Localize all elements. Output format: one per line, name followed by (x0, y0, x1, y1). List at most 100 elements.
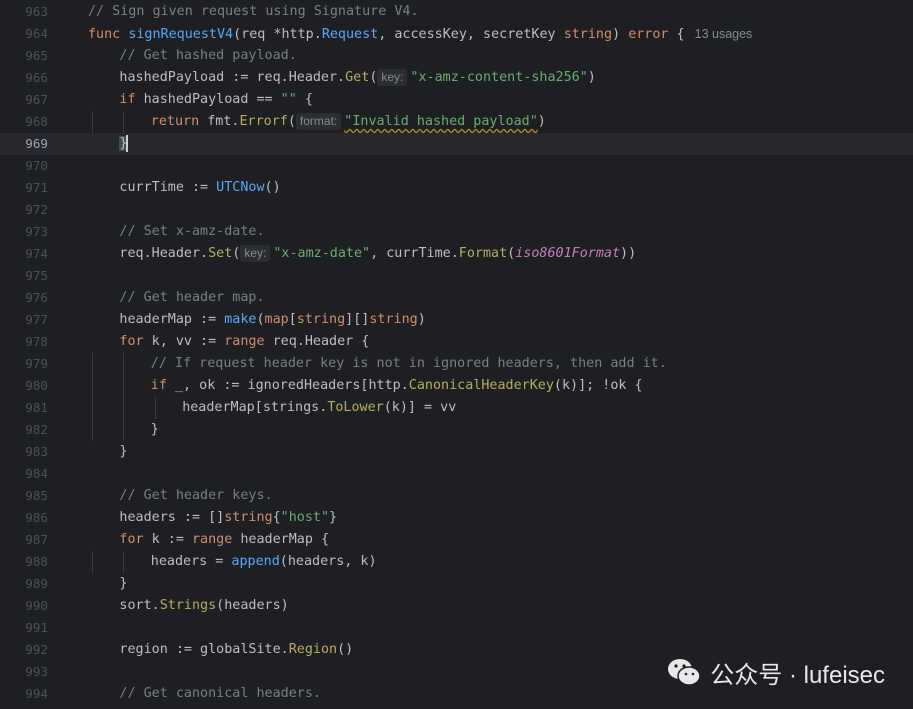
code-line[interactable]: 967 if hashedPayload == "" { (0, 89, 913, 111)
line-number[interactable]: 987 (0, 529, 48, 551)
code-token: (k)]; !ok { (553, 378, 643, 393)
line-number[interactable]: 975 (0, 265, 48, 287)
line-number[interactable]: 980 (0, 375, 48, 397)
code-token: headers = (150, 554, 232, 569)
code-line[interactable]: 970 (0, 155, 913, 177)
code-text: return fmt.Errorf(format: "Invalid hashed… (151, 111, 546, 133)
line-number[interactable]: 978 (0, 331, 48, 353)
watermark: 公众号 · lufeisec (666, 654, 885, 690)
code-text: for k := range headerMap { (119, 529, 329, 551)
code-text: hashedPayload := req.Header.Get(key: "x-a… (119, 67, 596, 89)
code-line[interactable]: 977 headerMap := make(map[string][]string… (0, 309, 913, 331)
code-line[interactable]: 982} (0, 419, 913, 441)
code-line[interactable]: 963 // Sign given request using Signature… (0, 1, 913, 23)
line-number[interactable]: 966 (0, 67, 48, 89)
code-line[interactable]: 991 (0, 617, 913, 639)
line-number[interactable]: 965 (0, 45, 48, 67)
code-token: { (668, 27, 685, 42)
line-number[interactable]: 985 (0, 485, 48, 507)
line-number[interactable]: 977 (0, 309, 48, 331)
line-number[interactable]: 972 (0, 199, 48, 221)
line-number[interactable]: 989 (0, 573, 48, 595)
line-number[interactable]: 994 (0, 683, 48, 705)
indent-guide (92, 375, 93, 397)
line-number[interactable]: 993 (0, 661, 48, 683)
line-number[interactable]: 968 (0, 111, 48, 133)
line-number[interactable]: 988 (0, 551, 48, 573)
line-number[interactable]: 992 (0, 639, 48, 661)
line-number[interactable]: 970 (0, 155, 48, 177)
code-token: string (563, 27, 613, 42)
line-number[interactable]: 967 (0, 89, 48, 111)
code-line[interactable]: 987 for k := range headerMap { (0, 529, 913, 551)
code-token: ) (587, 70, 596, 85)
code-line[interactable]: 966 hashedPayload := req.Header.Get(key: "… (0, 67, 913, 89)
line-number[interactable]: 979 (0, 353, 48, 375)
code-line[interactable]: 972 (0, 199, 913, 221)
code-line[interactable]: 976 // Get header map. (0, 287, 913, 309)
code-token: ( (369, 70, 378, 85)
code-line[interactable]: 978 for k, vv := range req.Header { (0, 331, 913, 353)
line-number[interactable]: 981 (0, 397, 48, 419)
code-token: ( (256, 312, 265, 327)
code-text: } (119, 133, 128, 155)
code-token: append (231, 554, 280, 569)
code-token: region := globalSite. (119, 642, 289, 657)
code-token: range (224, 334, 273, 349)
code-text: // Sign given request using Signature V4… (88, 1, 419, 23)
code-line[interactable]: 965 // Get hashed payload. (0, 45, 913, 67)
line-number[interactable]: 974 (0, 243, 48, 265)
code-line[interactable]: 968 return fmt.Errorf(format: "Invalid has… (0, 111, 913, 133)
code-token: // Get header keys. (119, 488, 273, 503)
code-token: string (369, 312, 418, 327)
indent-guide (92, 353, 93, 375)
line-number[interactable]: 982 (0, 419, 48, 441)
code-line[interactable]: 988 headers = append(headers, k) (0, 551, 913, 573)
code-line[interactable]: 986 headers := []string{"host"} (0, 507, 913, 529)
code-token: iso8601Format (515, 246, 621, 261)
code-text: // Get header map. (119, 287, 264, 309)
indent-guide (154, 397, 156, 419)
code-token: Strings (159, 598, 217, 613)
code-line[interactable]: 979 // If request header key is not in ig… (0, 353, 913, 375)
code-line[interactable]: 989} (0, 573, 913, 595)
code-token: "x-amz-date" (273, 246, 371, 261)
code-line[interactable]: 981 headerMap[strings.ToLower(k)] = vv (0, 397, 913, 419)
code-token: } (119, 444, 128, 459)
code-line[interactable]: 985 // Get header keys. (0, 485, 913, 507)
code-line[interactable]: 983} (0, 441, 913, 463)
code-line[interactable]: 984 (0, 463, 913, 485)
code-line[interactable]: 990 sort.Strings(headers) (0, 595, 913, 617)
code-token: string (224, 510, 273, 525)
code-line[interactable]: 974 req.Header.Set(key: "x-amz-date", curr… (0, 243, 913, 265)
code-line[interactable]: 971 currTime := UTCNow() (0, 177, 913, 199)
code-line[interactable]: 964 func signRequestV4(req *http.Request,… (0, 23, 913, 45)
code-line[interactable]: 980 if _, ok := ignoredHeaders[http.Canon… (0, 375, 913, 397)
code-token: return (150, 114, 208, 129)
line-number[interactable]: 990 (0, 595, 48, 617)
line-number[interactable]: 984 (0, 463, 48, 485)
line-number[interactable]: 973 (0, 221, 48, 243)
indent-guide (92, 397, 93, 419)
code-line[interactable]: 973 // Set x-amz-date. (0, 221, 913, 243)
code-token: CanonicalHeaderKey (408, 378, 554, 393)
code-token: if (150, 378, 175, 393)
line-number[interactable]: 986 (0, 507, 48, 529)
line-number[interactable]: 963 (0, 1, 48, 23)
line-number[interactable]: 991 (0, 617, 48, 639)
code-token: // Set x-amz-date. (119, 224, 265, 239)
code-token: (headers, k) (279, 554, 377, 569)
code-token: UTCNow (216, 180, 265, 195)
line-number[interactable]: 971 (0, 177, 48, 199)
code-line[interactable]: 969} (0, 133, 913, 155)
code-editor[interactable]: 963 // Sign given request using Signature… (0, 0, 913, 709)
line-number[interactable]: 976 (0, 287, 48, 309)
line-number[interactable]: 964 (0, 23, 48, 45)
code-token: error (628, 27, 669, 42)
indent-guide (123, 375, 125, 397)
code-line[interactable]: 975 (0, 265, 913, 287)
line-number[interactable]: 969 (0, 133, 48, 155)
line-number[interactable]: 983 (0, 441, 48, 463)
code-token: (headers) (216, 598, 289, 613)
usages-hint[interactable]: 13 usages (695, 27, 753, 41)
